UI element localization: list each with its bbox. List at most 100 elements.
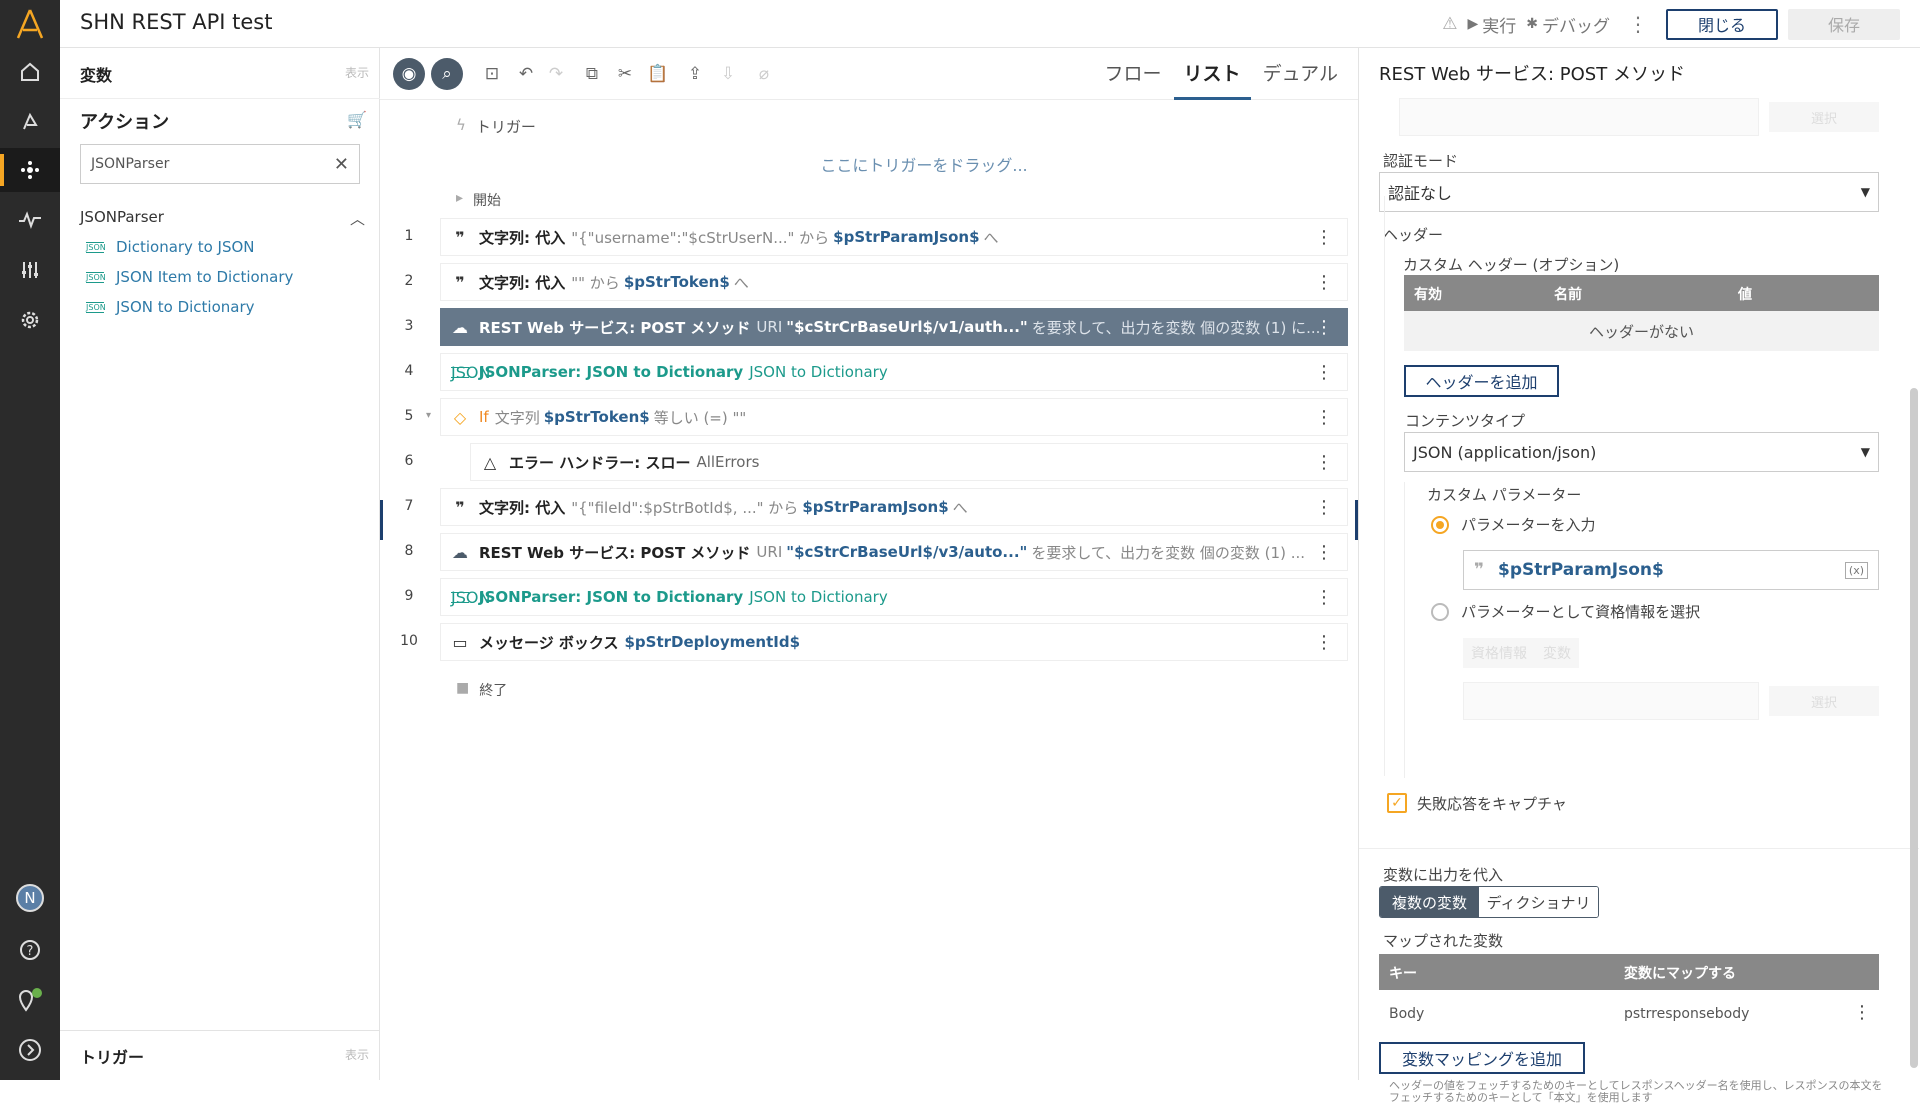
panel-scrollbar[interactable] <box>1910 388 1918 1068</box>
action-line[interactable]: JSON JSONParser: JSON to Dictionary JSON… <box>440 353 1348 391</box>
line-menu-icon[interactable]: ⋮ <box>1315 632 1333 653</box>
stop-icon: ■ <box>456 680 470 696</box>
expand-nav-icon[interactable] <box>0 1028 60 1072</box>
action-line[interactable]: ▭ メッセージ ボックス $pStrDeploymentId$ ⋮ <box>440 623 1348 661</box>
action-search-input[interactable]: JSONParser ✕ <box>80 144 360 184</box>
settings-icon[interactable] <box>0 298 60 342</box>
line-menu-icon[interactable]: ⋮ <box>1315 317 1333 338</box>
output-mode-segmented: 複数の変数 ディクショナリ <box>1379 886 1599 918</box>
seg-dictionary[interactable]: ディクショナリ <box>1479 887 1598 917</box>
tab-list[interactable]: リスト <box>1173 48 1251 100</box>
redo-icon[interactable]: ↷ <box>540 58 572 90</box>
select-button-faded[interactable]: 選択 <box>1769 102 1879 132</box>
action-line[interactable]: ◇ If 文字列 $pStrToken$ 等しい (=) "" ⋮ <box>440 398 1348 436</box>
quote-icon: ❞ <box>455 227 465 247</box>
nesting-guide <box>1404 482 1405 778</box>
triggers-show-link[interactable]: 表示 <box>345 1046 369 1063</box>
jsonparser-group[interactable]: JSONParser ︿ <box>80 208 365 229</box>
content-type-select[interactable]: JSON (application/json) ▼ <box>1404 432 1879 472</box>
line-menu-icon[interactable]: ⋮ <box>1315 452 1333 473</box>
mapping-table-head: キー 変数にマップする <box>1379 954 1879 990</box>
tab-dual[interactable]: デュアル <box>1253 48 1348 100</box>
activity-icon[interactable] <box>0 198 60 242</box>
close-button[interactable]: 閉じる <box>1666 8 1778 40</box>
line-menu-icon[interactable]: ⋮ <box>1315 542 1333 563</box>
splitter-handle[interactable] <box>380 500 383 540</box>
rest-cloud-icon: ☁ <box>452 542 468 562</box>
location-check-icon[interactable] <box>0 978 60 1022</box>
custom-header-label: カスタム ヘッダー (オプション) <box>1403 256 1620 274</box>
line-menu-icon[interactable]: ⋮ <box>1315 362 1333 383</box>
user-avatar[interactable]: N <box>0 876 60 920</box>
add-mapping-button[interactable]: 変数マッピングを追加 <box>1379 1042 1585 1074</box>
copy-icon[interactable]: ⧉ <box>576 58 608 90</box>
line-menu-icon[interactable]: ⋮ <box>1315 497 1333 518</box>
line-menu-icon[interactable]: ⋮ <box>1315 587 1333 608</box>
action-line[interactable]: ❞ 文字列: 代入 "" から $pStrToken$ へ ⋮ <box>440 263 1348 301</box>
row-menu-icon[interactable]: ⋮ <box>1853 1002 1871 1023</box>
help-icon[interactable]: ? <box>0 928 60 972</box>
manage-icon[interactable] <box>0 248 60 292</box>
automation-icon[interactable] <box>0 148 60 192</box>
bot-run-icon[interactable] <box>0 100 60 144</box>
auth-mode-label: 認証モード <box>1383 152 1459 170</box>
auth-mode-select[interactable]: 認証なし ▼ <box>1379 172 1879 212</box>
quote-icon: ❞ <box>455 272 465 292</box>
collapse-caret-icon[interactable]: ▾ <box>426 410 431 421</box>
if-diamond-icon: ◇ <box>453 407 467 427</box>
seg-multiple-variables[interactable]: 複数の変数 <box>1380 887 1480 917</box>
action-line[interactable]: JSON JSONParser: JSON to Dictionary JSON… <box>440 578 1348 616</box>
action-item-dictionary-to-json[interactable]: JSON Dictionary to JSON <box>86 238 255 256</box>
capture-icon[interactable]: ⌕ <box>431 58 463 90</box>
action-line[interactable]: △ エラー ハンドラー: スロー AllErrors ⋮ <box>470 443 1348 481</box>
action-item-json-item-to-dictionary[interactable]: JSON JSON Item to Dictionary <box>86 268 293 286</box>
line-menu-icon[interactable]: ⋮ <box>1315 272 1333 293</box>
chevron-down-icon: ▼ <box>1860 445 1870 459</box>
cut-icon[interactable]: ✂ <box>609 58 641 90</box>
warning-icon[interactable]: ⚠ <box>1442 14 1457 34</box>
action-line[interactable]: ❞ 文字列: 代入 "{"username":"$cStrUserN..." か… <box>440 218 1348 256</box>
variables-show-link[interactable]: 表示 <box>345 64 369 81</box>
variable-insert-icon[interactable]: (x) <box>1844 561 1868 579</box>
action-item-json-to-dictionary[interactable]: JSON JSON to Dictionary <box>86 298 255 316</box>
import-icon[interactable]: ⇩ <box>712 58 744 90</box>
trigger-drop-zone[interactable]: ここにトリガーをドラッグ... <box>380 152 1358 176</box>
paste-icon[interactable]: 📋 <box>642 58 674 90</box>
clear-search-icon[interactable]: ✕ <box>334 154 349 175</box>
nav-rail: N ? <box>0 0 60 1080</box>
record-icon[interactable]: ◉ <box>393 58 425 90</box>
debug-button[interactable]: ✱ デバッグ <box>1526 12 1610 37</box>
select-credential-faded[interactable]: 選択 <box>1769 686 1879 716</box>
action-line-selected[interactable]: ☁ REST Web サービス: POST メソッド URI "$cStrCrB… <box>440 308 1348 346</box>
cart-icon[interactable]: 🛒 <box>347 110 367 129</box>
param-input[interactable]: ❞ $pStrParamJson$ (x) <box>1463 550 1879 590</box>
save-button[interactable]: 保存 <box>1788 8 1900 40</box>
export-icon[interactable]: ⇪ <box>679 58 711 90</box>
add-header-button[interactable]: ヘッダーを追加 <box>1404 365 1559 397</box>
disable-icon[interactable]: ⌀ <box>748 58 780 90</box>
more-menu-icon[interactable]: ⋮ <box>1628 12 1648 36</box>
line-number: 7 <box>404 498 414 514</box>
triggers-heading: トリガー <box>80 1048 145 1067</box>
tab-flow[interactable]: フロー <box>1095 48 1172 100</box>
line-menu-icon[interactable]: ⋮ <box>1315 407 1333 428</box>
line-number: 3 <box>404 318 414 334</box>
capture-failed-checkbox[interactable]: ✓ <box>1387 793 1407 813</box>
chevron-up-icon[interactable]: ︿ <box>350 208 365 229</box>
radio-enter-param[interactable] <box>1431 516 1449 534</box>
message-box-icon: ▭ <box>452 632 468 652</box>
home-icon[interactable] <box>0 50 60 94</box>
action-line[interactable]: ☁ REST Web サービス: POST メソッド URI "$cStrCrB… <box>440 533 1348 571</box>
action-line[interactable]: ❞ 文字列: 代入 "{"fileId":$pStrBotId$, ..." か… <box>440 488 1348 526</box>
quote-icon: ❞ <box>455 497 465 517</box>
mapping-row: Body pstrresponsebody ⋮ <box>1389 1002 1871 1023</box>
undo-icon[interactable]: ↶ <box>510 58 542 90</box>
content-type-label: コンテンツタイプ <box>1405 412 1526 430</box>
debug-view-icon[interactable]: ⊡ <box>476 58 508 90</box>
radio-credential[interactable] <box>1431 603 1449 621</box>
editor-toolbar: ◉ ⌕ ⊡ ↶ ↷ ⧉ ✂ 📋 ⇪ ⇩ ⌀ フロー リスト デュアル <box>380 48 1358 100</box>
mapped-variables-label: マップされた変数 <box>1383 932 1504 950</box>
header-table-head: 有効 名前 値 <box>1404 275 1879 311</box>
run-button[interactable]: ▶ 実行 <box>1467 12 1516 37</box>
line-menu-icon[interactable]: ⋮ <box>1315 227 1333 248</box>
